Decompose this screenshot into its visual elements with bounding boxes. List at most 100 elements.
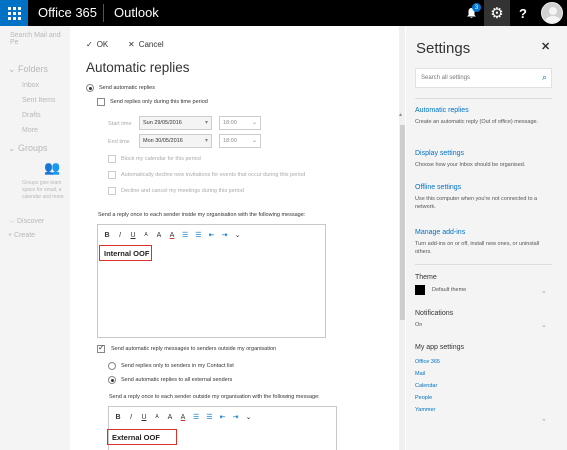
offline-settings-desc: Use this computer when you're not connec… [415,196,538,210]
display-settings-link[interactable]: Display settings [415,150,464,157]
folders-header[interactable]: ⌄ Folders [8,64,48,75]
font-size-icon[interactable]: A [154,414,160,420]
account-button[interactable] [536,0,567,26]
offline-settings-link[interactable]: Offline settings [415,184,461,191]
automatic-replies-panel: ✓ OK ✕ Cancel Automatic replies Send aut… [70,26,405,450]
external-message-editor[interactable]: B I U A A A ☰ ☰ ⇤ ⇥ ⌄ External OOF [107,406,337,450]
bold-icon[interactable]: B [104,232,110,239]
suite-title[interactable]: Office 365 [38,5,97,20]
grow-font-icon[interactable]: A [167,414,173,421]
more-formatting-icon[interactable]: ⌄ [235,231,241,239]
underline-icon[interactable]: U [141,414,147,421]
scroll-up-icon[interactable]: ▲ [398,112,403,118]
settings-pane: Settings ✕ Search all settings ⌕ Automat… [406,26,567,450]
create-link[interactable]: + Create [8,232,35,239]
discover-link[interactable]: → Discover [8,218,44,225]
theme-label: Theme [415,274,437,281]
folder-more[interactable]: More [22,127,38,134]
send-auto-replies-radio[interactable] [86,84,94,92]
app-link-people[interactable]: People [415,395,432,401]
chevron-up-icon[interactable]: ⌃ [541,418,547,426]
groups-description: Groups give team space for email, a cale… [22,180,64,200]
font-size-icon[interactable]: A [143,232,149,238]
folder-pane: Search Mail and Pe ⌄ Folders Inbox Sent … [0,26,70,450]
automatic-replies-link[interactable]: Automatic replies [415,107,469,114]
time-period-checkbox[interactable] [97,98,105,106]
start-time-label: Start time [108,121,132,127]
block-calendar-checkbox[interactable] [108,155,116,163]
chevron-down-icon[interactable]: ⌄ [541,321,547,329]
start-date-dropdown[interactable]: Sun 29/05/2016 ▾ [139,116,212,130]
more-formatting-icon[interactable]: ⌄ [246,413,252,421]
outside-message-prompt: Send a reply once to each sender outside… [109,394,320,400]
groups-header[interactable]: ⌄ Groups [8,143,48,154]
inside-message-prompt: Send a reply once to each sender inside … [98,212,306,218]
outdent-icon[interactable]: ⇤ [209,231,215,239]
numbering-icon[interactable]: ☰ [195,231,201,239]
decline-cancel-label: Decline and cancel my meetings during th… [121,188,244,194]
app-launcher-button[interactable] [0,0,28,26]
close-icon: ✕ [541,41,551,53]
manage-addins-desc: Turn add-ins on or off, install new ones… [415,241,540,255]
mail-search-input[interactable]: Search Mail and Pe [10,32,70,46]
numbering-icon[interactable]: ☰ [206,413,212,421]
ok-button[interactable]: ✓ OK [86,40,108,49]
notifications-value[interactable]: On [415,322,422,328]
bullets-icon[interactable]: ☰ [182,231,188,239]
panel-scrollbar-thumb[interactable] [400,125,405,320]
notification-badge: 3 [472,3,481,12]
internal-oof-text: Internal OOF [99,245,152,261]
grow-font-icon[interactable]: A [156,232,162,239]
time-period-label: Send replies only during this time perio… [110,99,208,105]
decline-invites-label: Automatically decline new invitations fo… [121,172,306,178]
divider [415,98,552,99]
help-button[interactable]: ? [510,0,536,26]
chevron-down-icon: ⌄ [251,120,257,126]
underline-icon[interactable]: U [130,232,136,239]
block-calendar-label: Block my calendar for this period [121,156,201,162]
waffle-icon [7,6,21,20]
bullets-icon[interactable]: ☰ [193,413,199,421]
italic-icon[interactable]: I [117,232,123,239]
close-settings-button[interactable]: ✕ [541,40,550,53]
internal-message-editor[interactable]: B I U A A A ☰ ☰ ⇤ ⇥ ⌄ Internal OOF [97,224,326,338]
settings-button[interactable]: ⚙ [484,0,510,26]
help-icon: ? [519,5,527,21]
chevron-down-icon[interactable]: ⌄ [541,287,547,295]
folder-drafts[interactable]: Drafts [22,112,41,119]
settings-search-input[interactable]: Search all settings ⌕ [415,68,552,88]
chevron-down-icon: ▾ [204,120,208,126]
app-link-calendar[interactable]: Calendar [415,383,437,389]
manage-addins-link[interactable]: Manage add-ins [415,229,465,236]
folder-sent-items[interactable]: Sent Items [22,97,55,104]
all-external-radio[interactable] [108,376,116,384]
close-icon: ✕ [128,40,135,49]
font-color-icon[interactable]: A [169,232,175,239]
contacts-only-radio[interactable] [108,362,116,370]
indent-icon[interactable]: ⇥ [233,413,239,421]
end-time-dropdown[interactable]: 18:00 ⌄ [219,134,261,148]
app-link-office-365[interactable]: Office 365 [415,359,440,365]
divider [415,264,552,265]
end-date-dropdown[interactable]: Mon 30/05/2016 ▾ [139,134,212,148]
checkmark-icon: ✓ [86,40,93,49]
app-title[interactable]: Outlook [114,5,159,20]
font-color-icon[interactable]: A [180,414,186,421]
outdent-icon[interactable]: ⇤ [220,413,226,421]
theme-swatch[interactable] [415,285,425,295]
indent-icon[interactable]: ⇥ [222,231,228,239]
outside-org-label: Send automatic reply messages to senders… [111,346,277,352]
bold-icon[interactable]: B [115,414,121,421]
folder-inbox[interactable]: Inbox [22,82,39,89]
decline-invites-checkbox[interactable] [108,171,116,179]
italic-icon[interactable]: I [128,414,134,421]
app-link-mail[interactable]: Mail [415,371,425,377]
start-time-dropdown[interactable]: 18:00 ⌄ [219,116,261,130]
external-oof-text: External OOF [107,429,177,445]
outside-org-checkbox[interactable] [97,343,105,353]
all-external-label: Send automatic replies to all external s… [121,377,233,383]
app-link-yammer[interactable]: Yammer [415,407,435,413]
theme-value[interactable]: Default theme [432,287,466,293]
cancel-button[interactable]: ✕ Cancel [128,40,164,49]
decline-cancel-checkbox[interactable] [108,187,116,195]
